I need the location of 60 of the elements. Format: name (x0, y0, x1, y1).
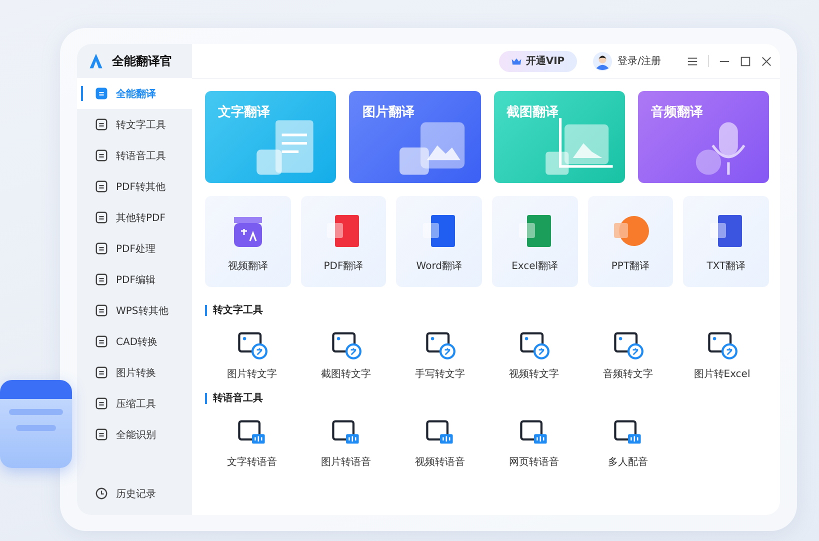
list-square-icon (95, 366, 108, 379)
list-square-icon (95, 242, 108, 255)
close-icon[interactable] (761, 56, 772, 66)
list-square-icon (95, 149, 108, 162)
tool-item[interactable]: 图片转语音 (299, 417, 393, 469)
tool-item[interactable]: 视频转文字 (487, 329, 581, 381)
tool-item[interactable]: 多人配音 (581, 417, 675, 469)
list-square-icon (95, 211, 108, 224)
sidebar-item[interactable]: 转文字工具 (77, 109, 192, 140)
file-tile[interactable]: Excel翻译 (492, 196, 578, 287)
picture-translate-icon (236, 329, 268, 361)
app-title: 全能翻译官 (112, 52, 172, 70)
file-tile[interactable]: Word翻译 (396, 196, 482, 287)
sidebar-item[interactable]: 其他转PDF (77, 202, 192, 233)
sidebar-item[interactable]: PDF处理 (77, 233, 192, 264)
list-square-icon (95, 118, 108, 131)
sidebar-item[interactable]: 图片转换 (77, 357, 192, 388)
sidebar-item[interactable]: WPS转其他 (77, 295, 192, 326)
tool-item[interactable]: 截图转文字 (299, 329, 393, 381)
sidebar-item[interactable]: 全能识别 (77, 419, 192, 450)
file-tile[interactable]: PDF翻译 (300, 196, 386, 287)
sidebar-item[interactable]: CAD转换 (77, 326, 192, 357)
list-square-icon (95, 397, 108, 410)
list-square-icon (95, 428, 108, 441)
avatar-icon[interactable] (592, 52, 612, 70)
file-tile[interactable]: TXT翻译 (683, 196, 769, 287)
picture-translate-icon (330, 329, 362, 361)
sidebar-item[interactable]: PDF转其他 (77, 171, 192, 202)
list-square-icon (95, 87, 108, 100)
picture-translate-icon (706, 329, 738, 361)
section-title: 转文字工具 (213, 303, 263, 317)
picture-translate-icon (424, 329, 456, 361)
list-square-icon (95, 180, 108, 193)
sidebar-item[interactable]: 转语音工具 (77, 140, 192, 171)
tool-item[interactable]: 视频转语音 (393, 417, 487, 469)
vip-button[interactable]: 开通VIP (498, 50, 577, 72)
logo-icon (87, 52, 105, 70)
sidebar-item[interactable]: 历史记录 (77, 478, 192, 509)
list-square-icon (95, 304, 108, 317)
file-tile[interactable]: PPT翻译 (588, 196, 674, 287)
tool-item[interactable]: 图片转Excel (675, 329, 769, 381)
sidebar-item[interactable]: 压缩工具 (77, 388, 192, 419)
file-tile[interactable]: 视频翻译 (205, 196, 291, 287)
clock-icon (95, 487, 108, 500)
sidebar-item[interactable]: PDF编辑 (77, 264, 192, 295)
tool-item[interactable]: 音频转文字 (581, 329, 675, 381)
maximize-icon[interactable] (740, 56, 751, 66)
feature-card[interactable]: 图片翻译 (349, 91, 480, 183)
crown-icon (510, 56, 522, 66)
tool-item[interactable]: 手写转文字 (393, 329, 487, 381)
tool-item[interactable]: 图片转文字 (205, 329, 299, 381)
list-square-icon (95, 335, 108, 348)
section-title: 转语音工具 (213, 391, 263, 405)
tool-item[interactable]: 网页转语音 (487, 417, 581, 469)
login-link[interactable]: 登录/注册 (618, 54, 661, 68)
tool-item[interactable]: 文字转语音 (205, 417, 299, 469)
picture-translate-icon (518, 329, 550, 361)
list-square-icon (95, 273, 108, 286)
picture-translate-icon (612, 329, 644, 361)
menu-icon[interactable] (687, 56, 698, 66)
